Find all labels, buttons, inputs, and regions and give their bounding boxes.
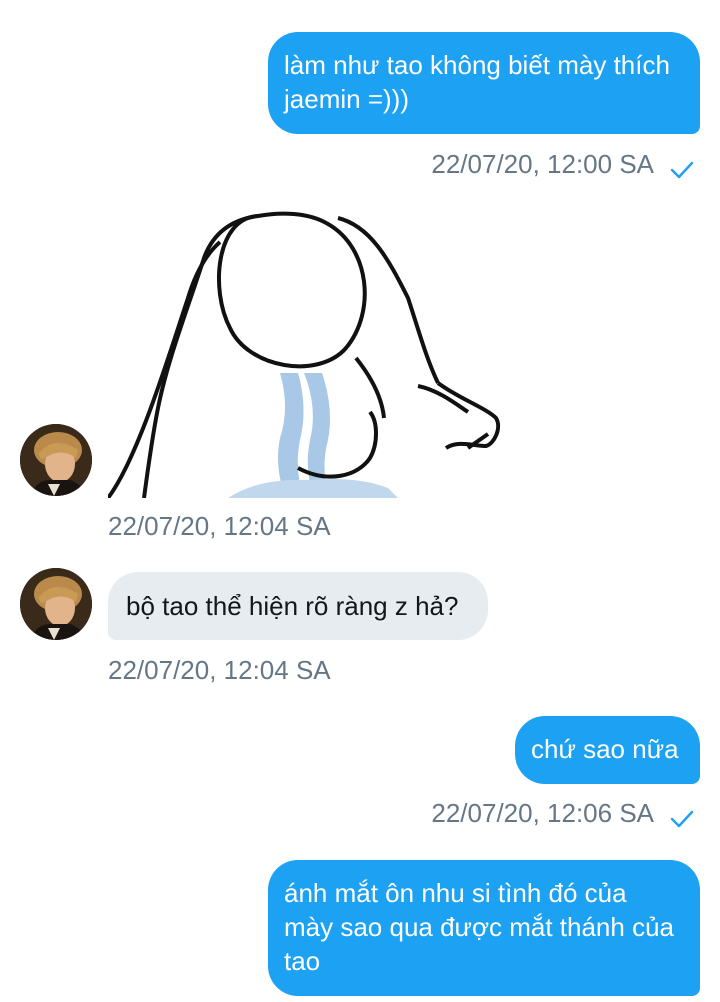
message-text: chứ sao nữa [531,734,679,764]
avatar[interactable] [20,424,92,496]
message-timestamp: 22/07/20, 12:04 SA [108,655,331,685]
outgoing-message-bubble[interactable]: chứ sao nữa [515,716,700,784]
image-message[interactable] [108,208,540,498]
message-timestamp: 22/07/20, 12:04 SA [108,511,331,541]
message-text: làm như tao không biết mày thích jaemin … [284,50,670,114]
crying-figure-sketch-icon [108,211,501,498]
avatar-photo-icon [20,424,92,496]
avatar-photo-icon [20,568,92,640]
message-meta: 22/07/20, 12:06 SA [431,798,694,828]
avatar[interactable] [20,568,92,640]
message-timestamp: 22/07/20, 12:00 SA [431,149,654,179]
message-meta: 22/07/20, 12:00 SA [431,149,694,179]
incoming-message-bubble[interactable]: bộ tao thể hiện rõ ràng z hả? [108,572,488,640]
checkmark-icon [670,155,694,179]
checkmark-icon [670,804,694,828]
outgoing-message-bubble[interactable]: ánh mắt ôn nhu si tình đó của mày sao qu… [268,860,700,996]
message-text: ánh mắt ôn nhu si tình đó của mày sao qu… [284,878,674,976]
message-timestamp: 22/07/20, 12:06 SA [431,798,654,828]
message-text: bộ tao thể hiện rõ ràng z hả? [126,591,459,621]
outgoing-message-bubble[interactable]: làm như tao không biết mày thích jaemin … [268,32,700,134]
